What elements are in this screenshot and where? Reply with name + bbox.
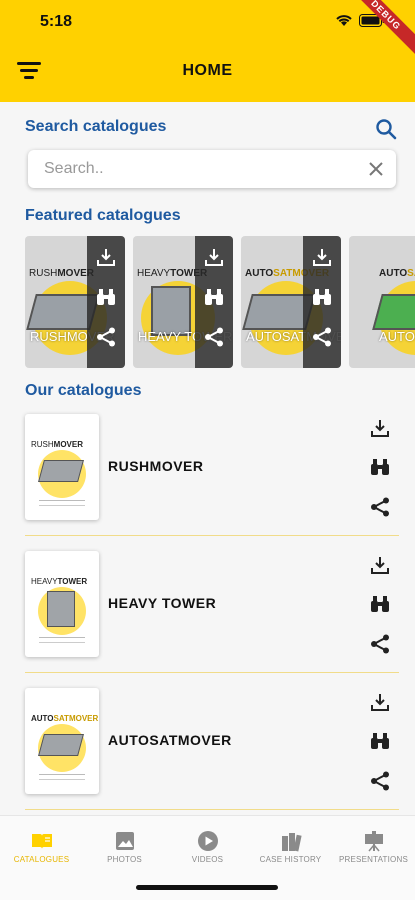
featured-card[interactable]: RUSHMOVER RUSHMOVER bbox=[25, 236, 125, 368]
cover-title: AUTOSA bbox=[379, 268, 415, 279]
catalogue-name: RUSHMOVER bbox=[108, 458, 204, 474]
catalogue-thumbnail: HEAVYTOWER bbox=[25, 551, 99, 657]
share-icon[interactable] bbox=[311, 326, 333, 348]
machine-image bbox=[372, 294, 415, 330]
tab-presentations[interactable]: PRESENTATIONS bbox=[332, 816, 415, 876]
list-item[interactable]: HEAVYTOWER HEAVY TOWER bbox=[25, 551, 399, 673]
status-time: 5:18 bbox=[40, 13, 73, 30]
share-icon[interactable] bbox=[203, 326, 225, 348]
download-icon[interactable] bbox=[369, 417, 391, 439]
play-icon bbox=[197, 831, 218, 851]
list-item[interactable]: AUTOSATMOVER AUTOSATMOVER bbox=[25, 688, 399, 810]
catalogue-thumbnail: RUSHMOVER bbox=[25, 414, 99, 520]
share-icon[interactable] bbox=[369, 770, 391, 792]
binoculars-icon[interactable] bbox=[369, 593, 391, 615]
tab-label: VIDEOS bbox=[191, 855, 224, 864]
page-title: HOME bbox=[182, 62, 233, 79]
catalogue-name: AUTOSATMOVER bbox=[108, 732, 232, 748]
cover-title: AUTOSATMOVER bbox=[31, 714, 99, 723]
share-icon[interactable] bbox=[95, 326, 117, 348]
catalogue-thumbnail: AUTOSATMOVER bbox=[25, 688, 99, 794]
tab-case-history[interactable]: CASE HISTORY bbox=[249, 816, 332, 876]
download-icon[interactable] bbox=[203, 246, 225, 268]
share-icon[interactable] bbox=[369, 633, 391, 655]
books-icon bbox=[281, 833, 302, 852]
featured-section-title: Featured catalogues bbox=[25, 207, 181, 224]
featured-card[interactable]: HEAVYTOWER HEAVY TOWER bbox=[133, 236, 233, 368]
cover-title: RUSHMOVER bbox=[31, 440, 84, 449]
download-icon[interactable] bbox=[95, 246, 117, 268]
featured-actions bbox=[303, 236, 341, 368]
download-icon[interactable] bbox=[311, 246, 333, 268]
binoculars-icon[interactable] bbox=[95, 286, 117, 308]
binoculars-icon[interactable] bbox=[203, 286, 225, 308]
binoculars-icon[interactable] bbox=[369, 456, 391, 478]
machine-image bbox=[38, 460, 84, 482]
cover-text-lines bbox=[39, 774, 85, 780]
binoculars-icon[interactable] bbox=[311, 286, 333, 308]
featured-card[interactable]: AUTOSATMOVER AUTOSATMOVER bbox=[241, 236, 341, 368]
cover-title: HEAVYTOWER bbox=[31, 577, 88, 586]
tab-videos[interactable]: VIDEOS bbox=[166, 816, 249, 876]
home-indicator[interactable] bbox=[136, 885, 278, 890]
tab-label: PRESENTATIONS bbox=[339, 855, 408, 864]
download-icon[interactable] bbox=[369, 691, 391, 713]
cover-text-lines bbox=[39, 500, 85, 506]
tab-photos[interactable]: PHOTOS bbox=[83, 816, 166, 876]
machine-image bbox=[38, 734, 84, 756]
app-bar: 5:18 DEBUG HOME bbox=[0, 0, 415, 102]
featured-actions bbox=[195, 236, 233, 368]
search-field bbox=[28, 150, 396, 188]
cover-text-lines bbox=[39, 637, 85, 643]
machine-image bbox=[47, 591, 75, 627]
cover-title: RUSHMOVER bbox=[29, 268, 95, 279]
divider bbox=[25, 672, 399, 673]
catalogues-section-title: Our catalogues bbox=[25, 382, 142, 399]
share-icon[interactable] bbox=[369, 496, 391, 518]
tab-label: PHOTOS bbox=[107, 855, 142, 864]
featured-card[interactable]: AUTOSA AUTOSA bbox=[349, 236, 415, 368]
tab-label: CASE HISTORY bbox=[259, 855, 322, 864]
debug-banner: DEBUG bbox=[342, 0, 415, 59]
clear-icon[interactable] bbox=[366, 159, 386, 179]
presentation-icon bbox=[364, 831, 383, 852]
catalogue-name: HEAVY TOWER bbox=[108, 595, 217, 611]
tab-label: CATALOGUES bbox=[13, 855, 70, 864]
featured-card-title: AUTOSA bbox=[379, 329, 415, 344]
book-icon bbox=[31, 834, 52, 849]
divider bbox=[25, 535, 399, 536]
search-input[interactable] bbox=[28, 150, 348, 188]
wifi-icon bbox=[336, 15, 352, 26]
search-section-title: Search catalogues bbox=[25, 118, 167, 135]
download-icon[interactable] bbox=[369, 554, 391, 576]
tab-catalogues[interactable]: CATALOGUES bbox=[0, 816, 83, 876]
featured-carousel[interactable]: RUSHMOVER RUSHMOVER HEAVYTOWER HEAVY TOW… bbox=[25, 236, 415, 368]
featured-actions bbox=[87, 236, 125, 368]
divider bbox=[25, 809, 399, 810]
binoculars-icon[interactable] bbox=[369, 730, 391, 752]
search-icon[interactable] bbox=[375, 118, 397, 140]
list-item[interactable]: RUSHMOVER RUSHMOVER bbox=[25, 414, 399, 536]
image-icon bbox=[115, 832, 134, 850]
